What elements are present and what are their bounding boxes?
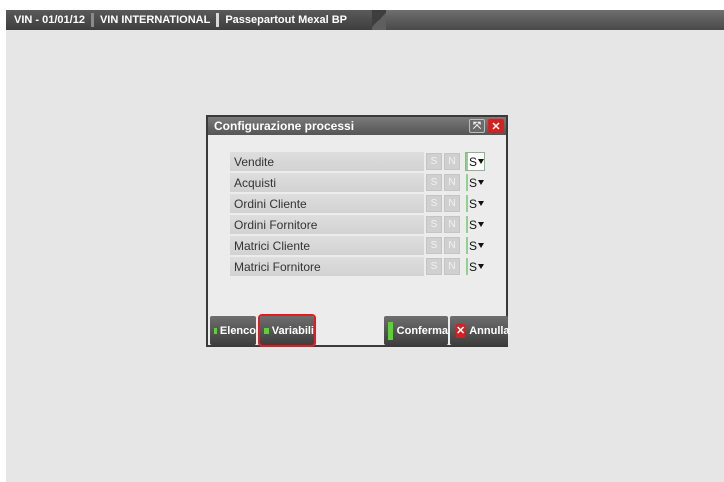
chevron-down-icon[interactable]	[478, 264, 484, 269]
dialog-title-bar[interactable]: Configurazione processi ⤧ ✕	[208, 117, 506, 135]
annulla-label: Annulla	[469, 324, 510, 337]
s-option[interactable]: S	[426, 195, 442, 212]
cancel-icon: ✕	[456, 323, 466, 338]
process-row-acquisti: Acquisti S N S	[230, 172, 484, 193]
n-option[interactable]: N	[444, 174, 460, 191]
focus-bar	[466, 258, 468, 275]
select-value: S	[469, 175, 478, 190]
chevron-down-icon[interactable]	[478, 222, 484, 227]
focus-bar	[466, 174, 468, 191]
row-label: Matrici Cliente	[230, 236, 424, 255]
s-option[interactable]: S	[426, 258, 442, 275]
row-label: Vendite	[230, 152, 424, 171]
n-option[interactable]: N	[444, 195, 460, 212]
focus-bar	[466, 195, 468, 212]
process-row-ordini-fornitore: Ordini Fornitore S N S	[230, 214, 484, 235]
annulla-button[interactable]: ✕ Annulla	[450, 316, 510, 345]
close-icon[interactable]: ✕	[488, 119, 504, 133]
tab-company: VIN INTERNATIONAL	[99, 14, 211, 26]
chevron-down-icon[interactable]	[478, 243, 484, 248]
chevron-down-icon[interactable]	[478, 201, 484, 206]
focus-bar	[466, 153, 468, 170]
conferma-label: Conferma	[396, 324, 448, 337]
value-select[interactable]: S	[466, 195, 484, 212]
focus-bar	[466, 216, 468, 233]
green-square-icon	[214, 327, 217, 334]
s-option[interactable]: S	[426, 216, 442, 233]
s-option[interactable]: S	[426, 237, 442, 254]
conferma-button[interactable]: Conferma	[384, 316, 448, 345]
row-label: Acquisti	[230, 173, 424, 192]
process-row-ordini-cliente: Ordini Cliente S N S	[230, 193, 484, 214]
chevron-down-icon[interactable]	[478, 159, 484, 164]
s-option[interactable]: S	[426, 153, 442, 170]
row-label: Ordini Fornitore	[230, 215, 424, 234]
n-option[interactable]: N	[444, 258, 460, 275]
company-tab[interactable]: VIN - 01/01/12 VIN INTERNATIONAL Passepa…	[6, 10, 382, 30]
variabili-label: Variabili	[271, 324, 314, 337]
s-option[interactable]: S	[426, 174, 442, 191]
n-option[interactable]: N	[444, 216, 460, 233]
tab-separator	[216, 13, 220, 27]
elenco-button[interactable]: Elenco	[210, 316, 256, 345]
select-value: S	[469, 259, 478, 274]
row-label: Ordini Cliente	[230, 194, 424, 213]
tab-corner	[372, 10, 386, 30]
value-select[interactable]: S	[466, 174, 484, 191]
value-select[interactable]: S	[465, 152, 485, 171]
tab-date: VIN - 01/01/12	[14, 14, 85, 26]
process-row-matrici-cliente: Matrici Cliente S N S	[230, 235, 484, 256]
process-row-vendite: Vendite S N S	[230, 151, 485, 172]
tab-separator	[90, 13, 94, 27]
select-value: S	[469, 238, 478, 253]
value-select[interactable]: S	[466, 237, 484, 254]
variabili-button[interactable]: Variabili	[258, 314, 316, 347]
process-list: Vendite S N S Acquisti S N S Ordini Clie…	[230, 151, 485, 277]
row-label: Matrici Fornitore	[230, 257, 424, 276]
focus-bar	[466, 237, 468, 254]
process-config-dialog: Configurazione processi ⤧ ✕ Vendite S N …	[206, 115, 510, 347]
green-square-icon	[264, 327, 269, 334]
select-value: S	[469, 154, 478, 169]
dialog-title: Configurazione processi	[214, 119, 355, 133]
value-select[interactable]: S	[466, 258, 484, 275]
chevron-down-icon[interactable]	[478, 180, 484, 185]
elenco-label: Elenco	[219, 324, 256, 337]
tab-product: Passepartout Mexal BP	[225, 14, 347, 26]
n-option[interactable]: N	[444, 237, 460, 254]
green-bar-icon	[388, 321, 393, 340]
workspace: VIN - 01/01/12 VIN INTERNATIONAL Passepa…	[6, 10, 724, 482]
select-value: S	[469, 196, 478, 211]
process-row-matrici-fornitore: Matrici Fornitore S N S	[230, 256, 484, 277]
tab-bar: VIN - 01/01/12 VIN INTERNATIONAL Passepa…	[6, 10, 724, 30]
resize-icon[interactable]: ⤧	[469, 119, 485, 133]
n-option[interactable]: N	[444, 153, 460, 170]
select-value: S	[469, 217, 478, 232]
value-select[interactable]: S	[466, 216, 484, 233]
